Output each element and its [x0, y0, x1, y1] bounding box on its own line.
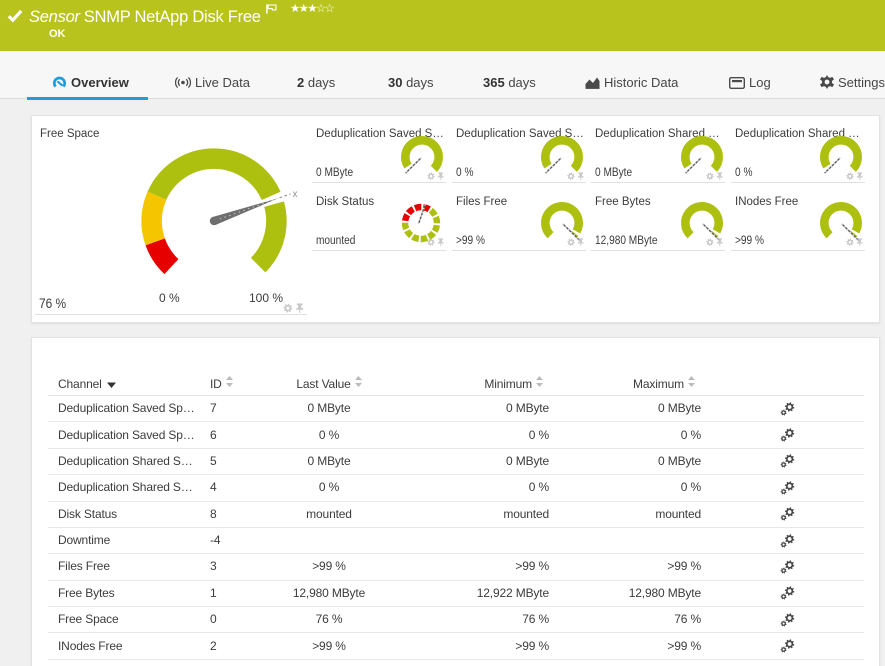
svg-text:x: x — [293, 189, 298, 200]
